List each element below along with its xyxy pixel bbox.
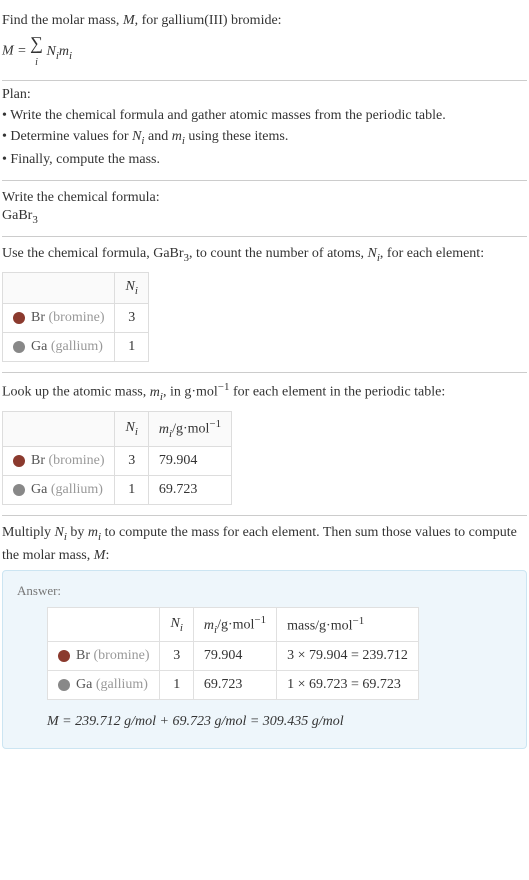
ni-cell: 1 bbox=[160, 671, 193, 700]
ni-cell: 3 bbox=[115, 304, 148, 333]
plan-item: • Determine values for Ni and mi using t… bbox=[2, 126, 527, 149]
table-row: Ga (gallium) 1 69.723 1 × 69.723 = 69.72… bbox=[48, 671, 419, 700]
swatch-icon bbox=[13, 484, 25, 496]
swatch-icon bbox=[58, 650, 70, 662]
step1-section: Write the chemical formula: GaBr3 bbox=[2, 181, 527, 237]
answer-box: Answer: Ni mi/g·mol−1 mass/g·mol−1 Br (b… bbox=[2, 570, 527, 749]
final-answer: M = 239.712 g/mol + 69.723 g/mol = 309.4… bbox=[47, 714, 512, 730]
mass-cell: 1 × 69.723 = 69.723 bbox=[277, 671, 419, 700]
table-row: Br (bromine) 3 bbox=[3, 304, 149, 333]
plan-list: • Write the chemical formula and gather … bbox=[2, 105, 527, 170]
step4-section: Multiply Ni by mi to compute the mass fo… bbox=[2, 516, 527, 760]
step1-text: Write the chemical formula: bbox=[2, 187, 527, 208]
ni-cell: 3 bbox=[160, 642, 193, 671]
header-ni: Ni bbox=[160, 607, 193, 641]
plan-title: Plan: bbox=[2, 87, 527, 103]
step2-text: Use the chemical formula, GaBr3, to coun… bbox=[2, 243, 527, 266]
step2-section: Use the chemical formula, GaBr3, to coun… bbox=[2, 237, 527, 373]
header-mass: mass/g·mol−1 bbox=[277, 607, 419, 641]
step3-section: Look up the atomic mass, mi, in g·mol−1 … bbox=[2, 373, 527, 515]
ni-cell: 1 bbox=[115, 475, 148, 504]
mi-cell: 79.904 bbox=[193, 642, 276, 671]
step1-formula: GaBr3 bbox=[2, 208, 527, 226]
header-empty bbox=[48, 607, 160, 641]
mi-cell: 69.723 bbox=[193, 671, 276, 700]
step4-text: Multiply Ni by mi to compute the mass fo… bbox=[2, 522, 527, 566]
swatch-icon bbox=[58, 679, 70, 691]
element-cell: Ga (gallium) bbox=[48, 671, 160, 700]
table-header-row: Ni mi/g·mol−1 mass/g·mol−1 bbox=[48, 607, 419, 641]
table-header-row: Ni bbox=[3, 273, 149, 304]
ni-cell: 3 bbox=[115, 446, 148, 475]
header-ni: Ni bbox=[115, 412, 148, 446]
plan-item: • Finally, compute the mass. bbox=[2, 149, 527, 170]
element-cell: Ga (gallium) bbox=[3, 475, 115, 504]
header-empty bbox=[3, 273, 115, 304]
ni-cell: 1 bbox=[115, 333, 148, 362]
table-row: Br (bromine) 3 79.904 3 × 79.904 = 239.7… bbox=[48, 642, 419, 671]
element-cell: Br (bromine) bbox=[3, 446, 115, 475]
header-mi: mi/g·mol−1 bbox=[148, 412, 231, 446]
step3-text: Look up the atomic mass, mi, in g·mol−1 … bbox=[2, 379, 527, 405]
mi-cell: 69.723 bbox=[148, 475, 231, 504]
header-empty bbox=[3, 412, 115, 446]
element-cell: Br (bromine) bbox=[3, 304, 115, 333]
header-mi: mi/g·mol−1 bbox=[193, 607, 276, 641]
intro-line: Find the molar mass, M, for gallium(III)… bbox=[2, 10, 527, 31]
table-row: Ga (gallium) 1 69.723 bbox=[3, 475, 232, 504]
mi-cell: 79.904 bbox=[148, 446, 231, 475]
table-header-row: Ni mi/g·mol−1 bbox=[3, 412, 232, 446]
answer-title: Answer: bbox=[17, 583, 512, 599]
plan-item: • Write the chemical formula and gather … bbox=[2, 105, 527, 126]
element-cell: Br (bromine) bbox=[48, 642, 160, 671]
table-row: Br (bromine) 3 79.904 bbox=[3, 446, 232, 475]
header-ni: Ni bbox=[115, 273, 148, 304]
answer-table: Ni mi/g·mol−1 mass/g·mol−1 Br (bromine) … bbox=[47, 607, 419, 700]
swatch-icon bbox=[13, 341, 25, 353]
plan-section: Plan: • Write the chemical formula and g… bbox=[2, 81, 527, 181]
swatch-icon bbox=[13, 312, 25, 324]
swatch-icon bbox=[13, 455, 25, 467]
step3-table: Ni mi/g·mol−1 Br (bromine) 3 79.904 Ga (… bbox=[2, 411, 232, 504]
mass-cell: 3 × 79.904 = 239.712 bbox=[277, 642, 419, 671]
table-row: Ga (gallium) 1 bbox=[3, 333, 149, 362]
step2-table: Ni Br (bromine) 3 Ga (gallium) 1 bbox=[2, 272, 149, 362]
element-cell: Ga (gallium) bbox=[3, 333, 115, 362]
intro-formula: M = ∑i Nimi bbox=[2, 33, 527, 70]
intro-section: Find the molar mass, M, for gallium(III)… bbox=[2, 4, 527, 81]
